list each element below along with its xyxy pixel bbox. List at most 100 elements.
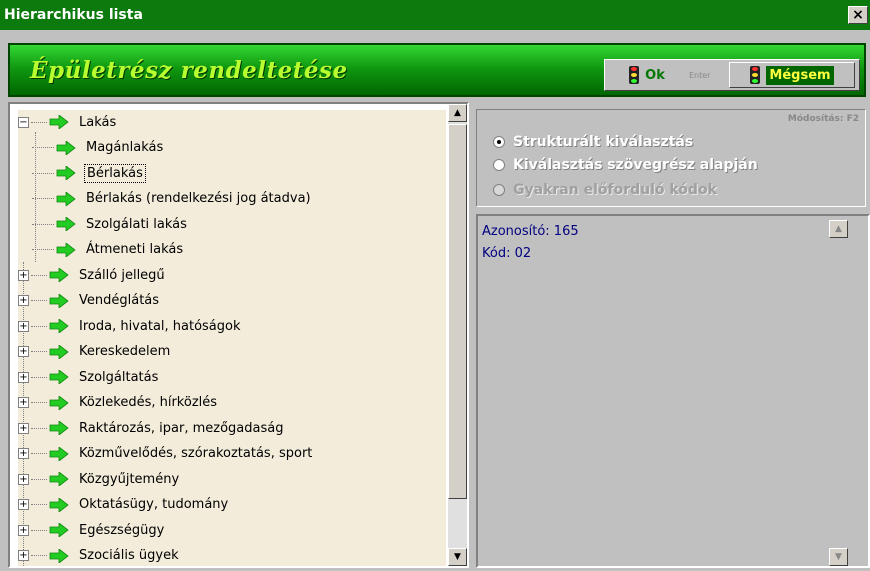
scroll-thumb[interactable] (448, 124, 467, 499)
tree-connector (31, 427, 47, 429)
scroll-down-button[interactable]: ▼ (829, 548, 848, 566)
tree-item[interactable]: + Oktatásügy, tudomány (18, 493, 230, 517)
tree-connector (32, 172, 54, 174)
arrow-right-icon (56, 242, 76, 257)
info-scrollbar[interactable]: ▲ ▼ (829, 216, 848, 566)
arrow-down-icon: ▼ (454, 552, 461, 562)
tree-item-label: Magánlakás (86, 140, 164, 155)
expand-icon[interactable]: + (18, 524, 29, 536)
arrow-right-icon (49, 344, 69, 359)
tree-scrollbar[interactable]: ▲ ▼ (448, 104, 467, 566)
tree-view[interactable]: − Lakás Magánlakás Bérlakás Bérlakás (rendel… (18, 110, 446, 566)
selection-mode-panel: Módosítás: F2 Strukturált kiválasztás Ki… (476, 109, 866, 207)
tree-connector (31, 300, 47, 301)
tree-item-label: Bérlakás (rendelkezési jog átadva) (86, 191, 311, 206)
arrow-right-icon (56, 217, 76, 231)
scroll-up-button[interactable]: ▲ (829, 220, 848, 238)
tree-item-label: Közgyűjtemény (79, 471, 180, 487)
scroll-down-button[interactable]: ▼ (448, 548, 467, 566)
tree-item-label: Oktatásügy, tudomány (79, 497, 229, 512)
arrow-up-icon: ▲ (454, 108, 461, 118)
arrow-right-icon (49, 115, 69, 129)
tree-item-label: Lakás (79, 114, 117, 130)
arrow-right-icon (49, 395, 69, 410)
tree-item[interactable]: + Raktározás, ipar, mezőgadaság (18, 416, 285, 440)
radio-indicator (493, 136, 505, 148)
tree-item[interactable]: + Egészségügy (18, 518, 166, 542)
tree-item-label: Raktározás, ipar, mezőgadaság (79, 420, 284, 436)
tree-item[interactable]: + Közművelődés, szórakoztatás, sport (18, 442, 314, 466)
expand-icon[interactable]: + (18, 320, 29, 332)
radio-label: Strukturált kiválasztás (513, 134, 694, 150)
expand-icon[interactable]: + (18, 269, 29, 281)
radio-structured[interactable]: Strukturált kiválasztás (493, 134, 693, 150)
scroll-up-button[interactable]: ▲ (448, 104, 467, 122)
window-title: Hierarchikus lista (4, 7, 143, 23)
tree-item-label: Egészségügy (79, 522, 165, 538)
tree-item[interactable]: + Szociális ügyek (18, 544, 181, 567)
close-button[interactable]: × (848, 6, 868, 24)
tree-item[interactable]: − Lakás (18, 110, 118, 134)
traffic-light-icon (629, 66, 640, 84)
tree-item-label: Szolgáltatás (79, 369, 159, 385)
tree-connector (32, 198, 54, 199)
expand-icon[interactable]: + (18, 346, 29, 357)
expand-icon[interactable]: + (18, 448, 29, 459)
tree-panel: − Lakás Magánlakás Bérlakás Bérlakás (rendel… (8, 102, 469, 568)
modify-hint: Módosítás: F2 (787, 114, 859, 124)
tree-item-label: Átmeneti lakás (86, 242, 184, 257)
arrow-right-icon (49, 370, 69, 384)
tree-item[interactable]: Bérlakás (rendelkezési jog átadva) (32, 187, 313, 211)
tree-item-label: Közművelődés, szórakoztatás, sport (79, 446, 313, 461)
tree-item-label: Kereskedelem (79, 344, 171, 359)
tree-item[interactable]: Szolgálati lakás (32, 212, 189, 236)
header-banner: Épületrész rendeltetése Ok Enter Mégsem (8, 43, 866, 97)
tree-item[interactable]: + Közlekedés, hírközlés (18, 391, 219, 415)
expand-icon[interactable]: + (18, 295, 29, 306)
arrow-right-icon (49, 319, 69, 333)
tree-item[interactable]: Bérlakás (32, 161, 146, 185)
tree-item-label: Bérlakás (84, 163, 146, 183)
expand-icon[interactable]: + (18, 499, 29, 510)
tree-item[interactable]: + Közgyűjtemény (18, 467, 181, 491)
cancel-button[interactable]: Mégsem (729, 62, 855, 88)
tree-connector (31, 121, 47, 123)
tree-item[interactable]: + Szálló jellegű (18, 263, 167, 287)
tree-connector (31, 504, 47, 505)
close-icon: × (852, 7, 864, 23)
window-titlebar: Hierarchikus lista × (0, 0, 870, 30)
arrow-right-icon (49, 472, 69, 486)
tree-item[interactable]: + Kereskedelem (18, 340, 172, 364)
expand-icon[interactable]: + (18, 371, 29, 383)
tree-item-label: Iroda, hivatal, hatóságok (79, 318, 241, 334)
tree-connector (31, 478, 47, 480)
arrow-right-icon (49, 293, 69, 308)
cancel-label: Mégsem (766, 65, 834, 85)
radio-text-search[interactable]: Kiválasztás szövegrész alapján (493, 157, 758, 173)
tree-item-label: Vendéglátás (79, 293, 160, 308)
tree-item[interactable]: + Iroda, hivatal, hatóságok (18, 314, 243, 338)
tree-item[interactable]: Átmeneti lakás (32, 238, 185, 262)
tree-connector (31, 402, 47, 403)
tree-connector (32, 249, 54, 250)
radio-label: Kiválasztás szövegrész alapján (513, 157, 758, 173)
arrow-right-icon (49, 548, 69, 563)
tree-item-label: Szálló jellegű (79, 267, 165, 283)
tree-item[interactable]: + Szolgáltatás (18, 365, 160, 389)
arrow-down-icon: ▼ (835, 552, 842, 562)
enter-hint: Enter (689, 71, 711, 80)
collapse-icon[interactable]: − (18, 116, 29, 128)
expand-icon[interactable]: + (18, 473, 29, 485)
expand-icon[interactable]: + (18, 550, 29, 561)
arrow-right-icon (49, 421, 69, 435)
tree-item[interactable]: + Vendéglátás (18, 289, 161, 313)
expand-icon[interactable]: + (18, 422, 29, 434)
ok-label: Ok (645, 67, 665, 83)
page-title: Épületrész rendeltetése (30, 57, 348, 84)
arrow-right-icon (56, 140, 76, 155)
ok-button[interactable]: Ok (611, 62, 683, 88)
tree-item[interactable]: Magánlakás (32, 136, 165, 160)
info-panel: Azonosító: 165 Kód: 02 ▲ ▼ (476, 214, 870, 568)
traffic-light-icon (750, 66, 761, 84)
expand-icon[interactable]: + (18, 397, 29, 408)
